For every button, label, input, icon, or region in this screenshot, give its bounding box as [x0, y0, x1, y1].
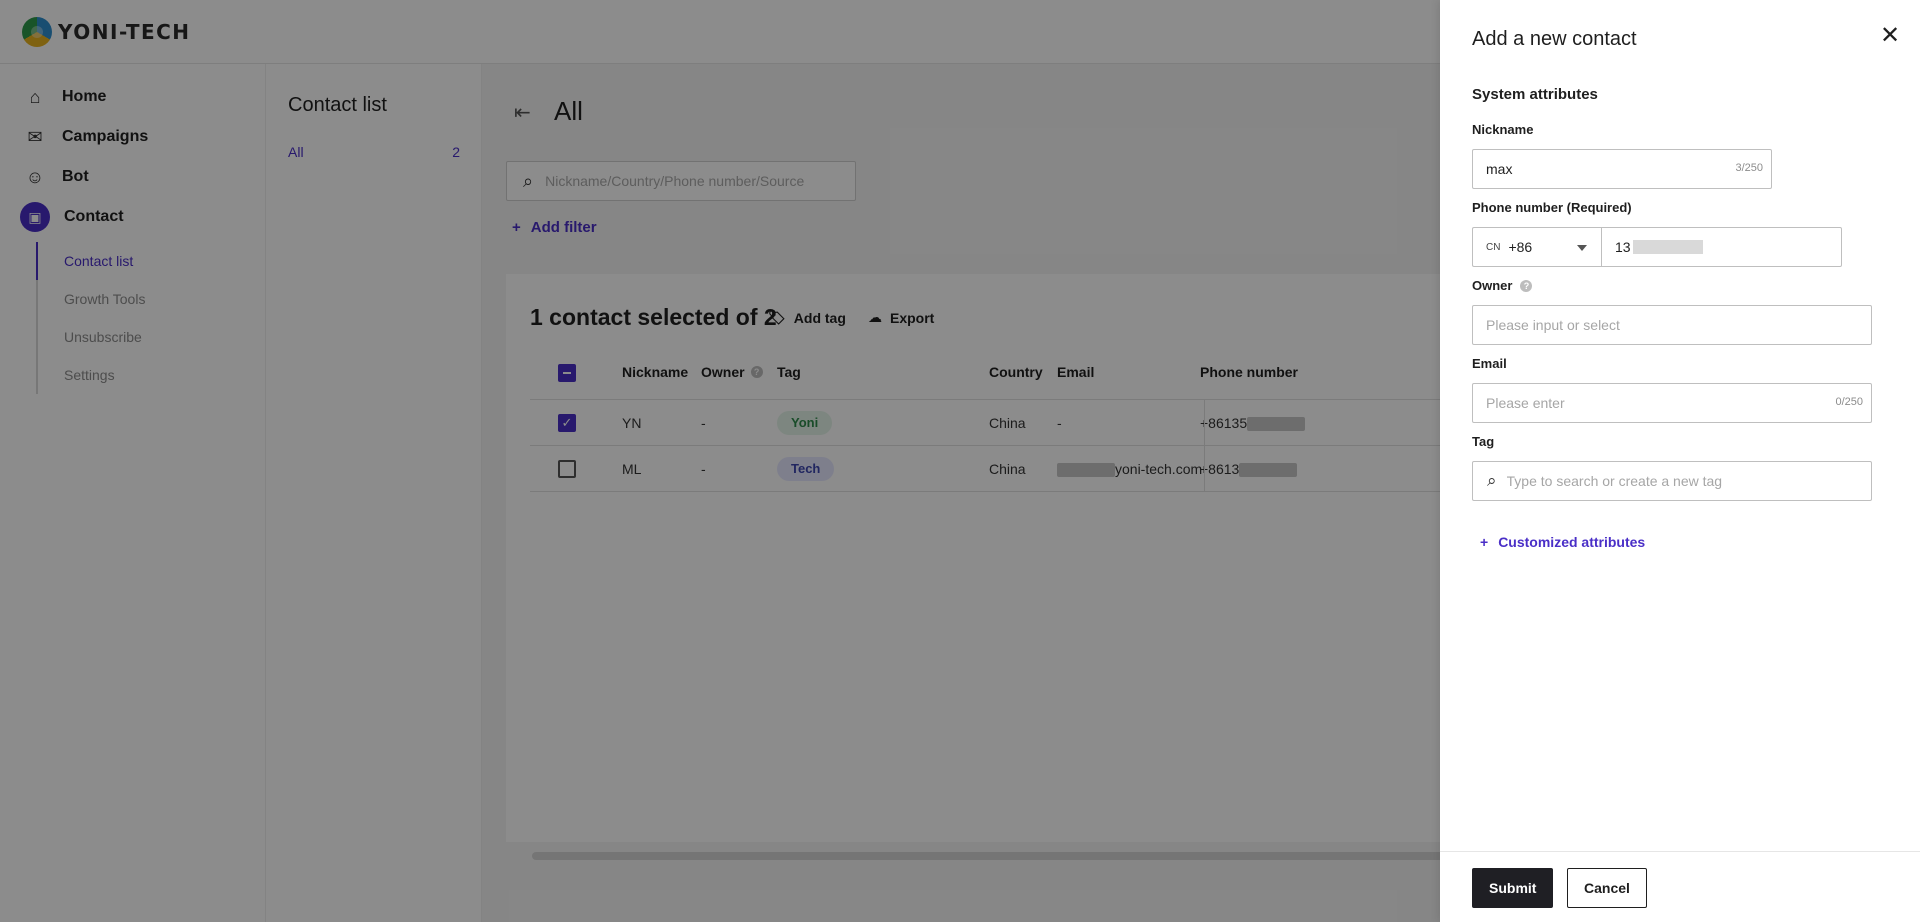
country-abbr: CN: [1486, 241, 1501, 253]
nickname-counter: 3/250: [1735, 162, 1763, 174]
email-label: Email: [1472, 356, 1507, 371]
drawer-footer: Submit Cancel: [1440, 851, 1920, 922]
redacted-mask: [1632, 240, 1703, 254]
close-icon[interactable]: ✕: [1876, 22, 1904, 50]
cancel-button[interactable]: Cancel: [1567, 868, 1647, 908]
phone-label: Phone number (Required): [1472, 200, 1632, 215]
phone-number-input[interactable]: 13: [1601, 227, 1842, 267]
chevron-down-icon: [1577, 245, 1587, 251]
owner-label: Owner ?: [1472, 278, 1533, 293]
add-contact-drawer: Add a new contact ✕ System attributes Ni…: [1440, 0, 1920, 922]
owner-input[interactable]: [1486, 306, 1856, 344]
tag-search-input[interactable]: [1506, 462, 1847, 500]
nickname-field[interactable]: 3/250: [1472, 149, 1772, 189]
help-icon[interactable]: ?: [1520, 279, 1533, 292]
nickname-input[interactable]: [1486, 150, 1716, 188]
modal-overlay[interactable]: [0, 0, 1440, 922]
owner-label-text: Owner: [1472, 278, 1513, 293]
nickname-label: Nickname: [1472, 122, 1534, 137]
submit-button[interactable]: Submit: [1472, 868, 1554, 908]
customized-attributes-button[interactable]: + Customized attributes: [1480, 534, 1645, 550]
email-counter: 0/250: [1835, 396, 1863, 408]
search-icon: ⌕: [1487, 471, 1497, 490]
drawer-title: Add a new contact: [1472, 28, 1637, 50]
phone-number-value: 13: [1615, 239, 1631, 255]
plus-icon: +: [1480, 534, 1489, 550]
country-code-value: +86: [1508, 239, 1533, 255]
tag-label: Tag: [1472, 434, 1495, 449]
tag-field[interactable]: ⌕: [1472, 461, 1872, 501]
email-field[interactable]: 0/250: [1472, 383, 1872, 423]
system-attributes-heading: System attributes: [1472, 86, 1598, 103]
owner-field[interactable]: [1472, 305, 1872, 345]
country-code-select[interactable]: CN +86: [1472, 227, 1601, 267]
email-input[interactable]: [1486, 384, 1806, 422]
customized-attributes-label: Customized attributes: [1498, 534, 1646, 550]
